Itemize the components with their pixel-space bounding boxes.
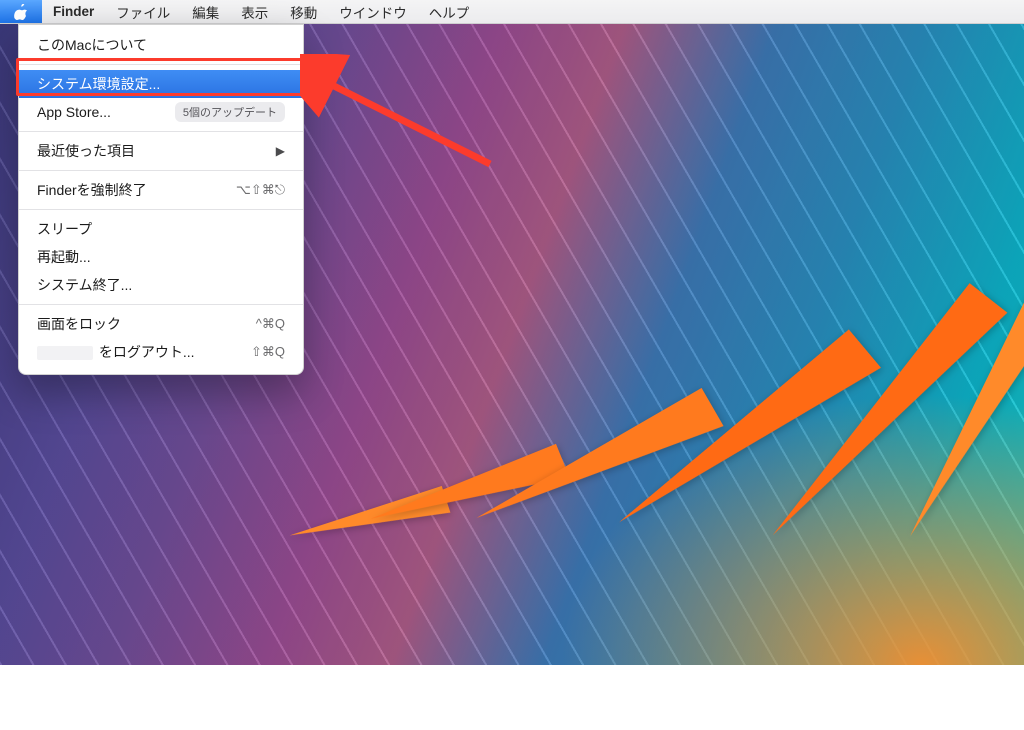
apple-menu-button[interactable]: [0, 0, 42, 23]
menu-separator: [19, 304, 303, 305]
menu-label: システム環境設定...: [37, 74, 285, 94]
menubar-item-edit[interactable]: 編集: [181, 0, 230, 23]
menu-restart[interactable]: 再起動...: [19, 243, 303, 271]
menu-force-quit[interactable]: Finderを強制終了 ⌥⇧⌘⎋: [19, 176, 303, 204]
menu-lock-screen[interactable]: 画面をロック ^⌘Q: [19, 310, 303, 338]
menu-shutdown[interactable]: システム終了...: [19, 271, 303, 299]
update-count-badge: 5個のアップデート: [175, 102, 285, 122]
menu-label: 再起動...: [37, 247, 285, 267]
menubar: Finder ファイル 編集 表示 移動 ウインドウ ヘルプ: [0, 0, 1024, 24]
menu-separator: [19, 131, 303, 132]
menu-recent-items[interactable]: 最近使った項目 ▶: [19, 137, 303, 165]
menu-system-preferences[interactable]: システム環境設定...: [19, 70, 303, 98]
menubar-item-window[interactable]: ウインドウ: [328, 0, 418, 23]
menu-label: App Store...: [37, 104, 175, 120]
menu-shortcut: ⌥⇧⌘⎋: [236, 182, 285, 198]
wallpaper-spikes: [360, 470, 1024, 730]
apple-logo-icon: [14, 4, 28, 20]
menu-label: このMacについて: [37, 35, 285, 55]
menu-log-out[interactable]: をログアウト... ⇧⌘Q: [19, 338, 303, 366]
menubar-item-go[interactable]: 移動: [279, 0, 328, 23]
menubar-item-help[interactable]: ヘルプ: [418, 0, 481, 23]
menu-label: をログアウト...: [37, 342, 251, 362]
menubar-item-file[interactable]: ファイル: [105, 0, 181, 23]
menu-app-store[interactable]: App Store... 5個のアップデート: [19, 98, 303, 126]
menu-label: Finderを強制終了: [37, 180, 236, 200]
menubar-item-view[interactable]: 表示: [230, 0, 279, 23]
menu-label: 最近使った項目: [37, 141, 264, 161]
menubar-app-name[interactable]: Finder: [42, 0, 105, 23]
menu-label: 画面をロック: [37, 314, 256, 334]
menu-shortcut: ⇧⌘Q: [251, 344, 285, 360]
menu-sleep[interactable]: スリープ: [19, 215, 303, 243]
menu-shortcut: ^⌘Q: [256, 316, 285, 332]
menu-label: スリープ: [37, 219, 285, 239]
menu-separator: [19, 64, 303, 65]
apple-menu-dropdown: このMacについて システム環境設定... App Store... 5個のアッ…: [18, 24, 304, 375]
menu-separator: [19, 170, 303, 171]
menu-separator: [19, 209, 303, 210]
menu-about-this-mac[interactable]: このMacについて: [19, 31, 303, 59]
submenu-arrow-icon: ▶: [264, 144, 285, 158]
redacted-username: [37, 346, 93, 360]
logout-suffix: をログアウト...: [95, 344, 195, 360]
menu-label: システム終了...: [37, 275, 285, 295]
